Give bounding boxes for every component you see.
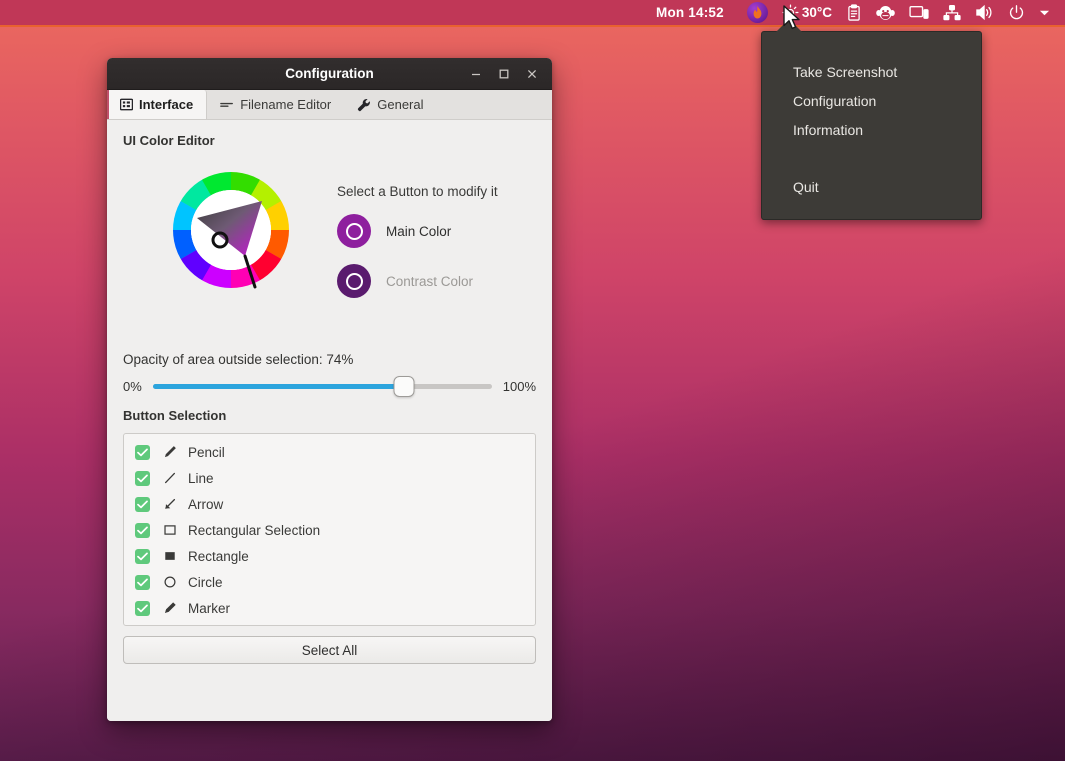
button-selection-title: Button Selection <box>123 408 536 423</box>
filename-lines-icon <box>220 100 234 110</box>
interface-tab-panel: UI Color Editor <box>107 120 552 721</box>
list-item[interactable]: Rectangular Selection <box>135 517 535 543</box>
opacity-label: Opacity of area outside selection: 74% <box>123 352 536 367</box>
list-item-label: Arrow <box>188 497 223 512</box>
list-item-label: Pencil <box>188 445 225 460</box>
main-color-ring <box>346 223 363 240</box>
opacity-slider-row: 0% 100% <box>123 376 536 396</box>
volume-icon[interactable] <box>968 0 1001 26</box>
list-item[interactable]: Line <box>135 465 535 491</box>
network-icon[interactable] <box>936 0 968 26</box>
color-hint-text: Select a Button to modify it <box>337 184 498 199</box>
opacity-max-label: 100% <box>503 379 536 394</box>
tab-general-label: General <box>377 97 423 112</box>
clipboard-icon[interactable] <box>839 0 869 26</box>
list-item[interactable]: Circle <box>135 569 535 595</box>
power-icon[interactable] <box>1001 0 1032 26</box>
flameshot-tray-icon[interactable] <box>740 0 775 26</box>
checkbox-marker[interactable] <box>135 601 150 616</box>
menu-pointer-arrow <box>776 19 802 32</box>
select-all-button[interactable]: Select All <box>123 636 536 664</box>
checkbox-circle[interactable] <box>135 575 150 590</box>
rectangle-filled-icon <box>159 549 181 563</box>
checkbox-rectangle[interactable] <box>135 549 150 564</box>
flame-glyph <box>752 6 763 19</box>
chevron-down-icon[interactable] <box>1032 0 1057 26</box>
contrast-color-swatch[interactable] <box>337 264 371 298</box>
menu-item-information[interactable]: Information <box>762 116 981 145</box>
tray-dropdown-menu: Take Screenshot Configuration Informatio… <box>761 31 982 220</box>
tab-bar: Interface Filename Editor General <box>107 90 552 120</box>
menu-item-take-screenshot[interactable]: Take Screenshot <box>762 58 981 87</box>
color-pick-column: Select a Button to modify it Main Color … <box>337 170 498 314</box>
pencil-icon <box>159 445 181 459</box>
maximize-button[interactable] <box>490 60 518 88</box>
flameshot-logo <box>747 2 768 23</box>
opacity-min-label: 0% <box>123 379 142 394</box>
window-controls <box>462 60 552 88</box>
list-item-label: Line <box>188 471 214 486</box>
tab-interface[interactable]: Interface <box>107 90 207 119</box>
display-icon[interactable] <box>902 0 936 26</box>
main-color-label: Main Color <box>386 224 451 239</box>
color-editor-row: Select a Button to modify it Main Color … <box>123 170 536 314</box>
menu-item-quit[interactable]: Quit <box>762 173 981 202</box>
menu-separator-gap <box>762 145 981 173</box>
window-titlebar[interactable]: Configuration <box>107 58 552 90</box>
color-wheel[interactable] <box>171 170 291 290</box>
interface-grid-icon <box>120 98 133 111</box>
button-selection-list[interactable]: Pencil Line <box>123 433 536 626</box>
checkbox-arrow[interactable] <box>135 497 150 512</box>
line-icon <box>159 471 181 485</box>
tab-general[interactable]: General <box>344 90 436 119</box>
ui-color-editor-title: UI Color Editor <box>123 133 536 148</box>
contrast-color-ring <box>346 273 363 290</box>
configuration-window: Configuration In <box>107 58 552 721</box>
top-panel: Mon 14:52 30°C <box>0 0 1065 27</box>
tab-interface-label: Interface <box>139 97 193 112</box>
panel-clock[interactable]: Mon 14:52 <box>656 5 724 20</box>
checkbox-line[interactable] <box>135 471 150 486</box>
list-item-label: Rectangular Selection <box>188 523 320 538</box>
wrench-icon <box>357 98 371 112</box>
main-color-row[interactable]: Main Color <box>337 214 498 248</box>
tab-filename-editor[interactable]: Filename Editor <box>207 90 344 119</box>
list-item[interactable]: Arrow <box>135 491 535 517</box>
list-item[interactable]: Marker <box>135 595 535 621</box>
tab-filename-editor-label: Filename Editor <box>240 97 331 112</box>
monkey-tray-icon[interactable] <box>869 0 902 26</box>
list-item-partial[interactable] <box>135 621 535 626</box>
monkey-face-glyph <box>876 5 895 21</box>
main-color-swatch[interactable] <box>337 214 371 248</box>
list-item[interactable]: Pencil <box>135 439 535 465</box>
list-item-label: Marker <box>188 601 230 616</box>
minimize-button[interactable] <box>462 60 490 88</box>
list-item-label: Circle <box>188 575 223 590</box>
panel-temperature: 30°C <box>802 5 832 20</box>
contrast-color-label: Contrast Color <box>386 274 473 289</box>
contrast-color-row[interactable]: Contrast Color <box>337 264 498 298</box>
circle-icon <box>159 575 181 589</box>
list-item-label: Rectangle <box>188 549 249 564</box>
slider-fill <box>153 384 404 389</box>
slider-handle[interactable] <box>393 376 414 397</box>
checkbox-rectangular-selection[interactable] <box>135 523 150 538</box>
close-button[interactable] <box>518 60 546 88</box>
list-item[interactable]: Rectangle <box>135 543 535 569</box>
arrow-icon <box>159 497 181 511</box>
menu-item-configuration[interactable]: Configuration <box>762 87 981 116</box>
opacity-slider[interactable] <box>153 376 492 396</box>
rectangular-selection-icon <box>159 523 181 537</box>
checkbox-pencil[interactable] <box>135 445 150 460</box>
marker-icon <box>159 601 181 615</box>
